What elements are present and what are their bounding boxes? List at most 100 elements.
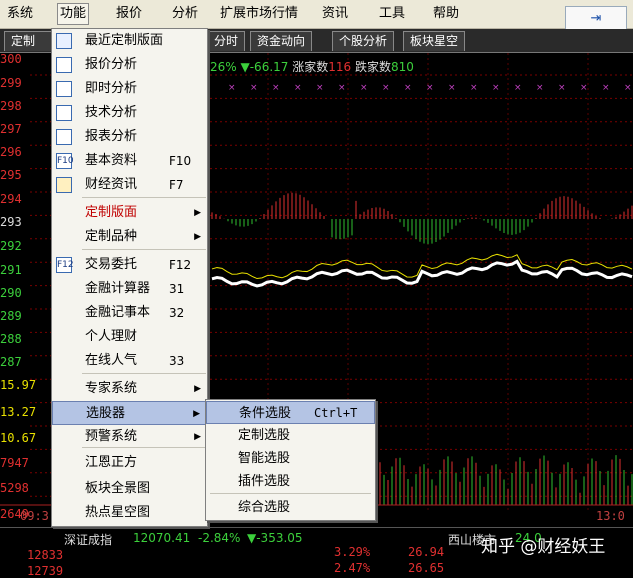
y-axis-label: 297	[0, 122, 22, 136]
index-change: ▼-353.05	[247, 531, 303, 545]
recent-layout-icon	[56, 33, 72, 49]
menu-item-4[interactable]: 技术分析	[52, 101, 207, 125]
menu-separator	[82, 373, 206, 374]
svg-text:×: ×	[580, 83, 588, 93]
watermark: 知乎 @财经妖王	[481, 537, 606, 557]
index-left-value: 12833	[27, 548, 64, 562]
svg-text:×: ×	[448, 83, 456, 93]
submenu-item-1[interactable]: 条件选股 Ctrl+T	[206, 401, 375, 424]
submenu-item-3[interactable]: 智能选股	[206, 447, 375, 470]
f12-icon: F12	[56, 257, 74, 273]
line-chart-icon	[56, 81, 72, 97]
menu-item-6[interactable]: F10 基本资料 F10	[52, 149, 207, 173]
menu-item-2[interactable]: 报价分析	[52, 53, 207, 77]
tab-intraday[interactable]: 分时	[208, 31, 246, 51]
y-axis-label: 292	[0, 239, 22, 253]
menu-item-label: 报价分析	[85, 57, 138, 72]
index-mid-value: 26.94	[408, 545, 445, 559]
menu-item-14[interactable]: 在线人气 33	[52, 349, 207, 373]
menu-separator	[82, 249, 206, 250]
y-axis-label: 288	[0, 332, 22, 346]
menu-item-9[interactable]: 定制品种 ▶	[52, 225, 207, 249]
menu-item-1[interactable]: 最近定制版面	[52, 29, 207, 53]
submenu-item-label: 定制选股	[238, 428, 291, 443]
tab-custom[interactable]: 定制	[4, 31, 58, 51]
menu-item-19[interactable]: 板块全景图	[52, 477, 207, 501]
svg-text:×: ×	[250, 83, 258, 93]
menu-item-10[interactable]: F12 交易委托 F12	[52, 253, 207, 277]
menu-item-label: 个人理财	[85, 329, 138, 344]
down-count: 810	[391, 60, 414, 74]
menu-item-label: 报表分析	[85, 129, 138, 144]
time-end-label: 13:0	[596, 509, 625, 523]
tab-fund-flow[interactable]: 资金动向	[250, 31, 313, 51]
index-name: 深证成指	[64, 533, 113, 547]
submenu-item-2[interactable]: 定制选股	[206, 424, 375, 447]
submenu-arrow-icon: ▶	[194, 432, 201, 442]
svg-text:×: ×	[382, 83, 390, 93]
quote-grid-icon	[56, 57, 72, 73]
index-pct: -2.84%	[198, 531, 241, 545]
y-axis-label: 5298	[0, 481, 29, 495]
submenu-item-4[interactable]: 插件选股	[206, 470, 375, 493]
dock-arrow-icon: ⇥	[590, 11, 602, 26]
submenu-item-label: 综合选股	[238, 500, 291, 515]
svg-text:×: ×	[228, 83, 236, 93]
svg-text:×: ×	[272, 83, 280, 93]
submenu-item-label: 条件选股	[239, 406, 292, 421]
menu-tools[interactable]: 工具	[377, 4, 407, 24]
svg-text:×: ×	[558, 83, 566, 93]
menu-item-3[interactable]: 即时分析	[52, 77, 207, 101]
submenu-item-label: 插件选股	[238, 474, 291, 489]
y-axis-label: 293	[0, 215, 22, 229]
menu-quote[interactable]: 报价	[114, 4, 144, 24]
menu-function[interactable]: 功能	[57, 3, 90, 25]
svg-text:×: ×	[294, 83, 302, 93]
menu-item-8[interactable]: 定制版面 ▶	[52, 201, 207, 225]
svg-text:×: ×	[470, 83, 478, 93]
index-value: 12070.41	[133, 531, 191, 545]
svg-text:×: ×	[624, 83, 632, 93]
menu-item-5[interactable]: 报表分析	[52, 125, 207, 149]
y-axis-label: 15.97	[0, 378, 37, 392]
index-mid-pct: 3.29%	[334, 545, 371, 559]
menu-item-label: 江恩正方	[85, 455, 138, 470]
menu-item-20[interactable]: 热点星空图	[52, 501, 207, 525]
menu-help[interactable]: 帮助	[431, 4, 461, 24]
menu-item-15[interactable]: 专家系统 ▶	[52, 377, 207, 401]
menu-item-18[interactable]: 江恩正方	[52, 451, 207, 475]
submenu-arrow-icon: ▶	[194, 232, 201, 242]
menu-item-16[interactable]: 选股器 ▶	[52, 401, 207, 425]
y-axis-label: 298	[0, 99, 22, 113]
menu-item-label: 定制版面	[85, 205, 138, 220]
submenu-separator	[210, 493, 371, 494]
menu-extended-market[interactable]: 扩展市场行情	[218, 4, 300, 24]
menu-item-label: 技术分析	[85, 105, 138, 120]
status-pct: 26%	[210, 60, 237, 74]
menu-analysis[interactable]: 分析	[170, 4, 200, 24]
status-change: ▼-66.17	[240, 60, 289, 74]
tab-stock-analysis[interactable]: 个股分析	[332, 31, 395, 51]
menu-item-11[interactable]: 金融计算器 31	[52, 277, 207, 301]
market-status-row: 26% ▼-66.17 涨家数116 跌家数810	[210, 58, 414, 75]
menu-separator	[82, 447, 206, 448]
y-axis-label: 294	[0, 192, 22, 206]
menu-item-label: 热点星空图	[85, 505, 151, 520]
submenu-item-5[interactable]: 综合选股	[206, 496, 375, 519]
up-count-label: 涨家数	[292, 60, 329, 74]
svg-text:×: ×	[404, 83, 412, 93]
index-left-value-2: 12739	[27, 564, 64, 578]
svg-text:×: ×	[536, 83, 544, 93]
menu-item-label: 基本资料	[85, 153, 138, 168]
tab-sector-star[interactable]: 板块星空	[403, 31, 466, 51]
menu-item-label: 即时分析	[85, 81, 138, 96]
menu-system[interactable]: 系统	[5, 4, 35, 24]
f10-icon: F10	[56, 153, 74, 169]
menu-item-12[interactable]: 金融记事本 32	[52, 301, 207, 325]
menu-item-17[interactable]: 预警系统 ▶	[52, 425, 207, 449]
y-axis-label: 299	[0, 76, 22, 90]
index-mid-pct-2: 2.47%	[334, 561, 371, 575]
menu-item-13[interactable]: 个人理财	[52, 325, 207, 349]
menu-item-7[interactable]: 财经资讯 F7	[52, 173, 207, 197]
menu-news[interactable]: 资讯	[320, 4, 350, 24]
